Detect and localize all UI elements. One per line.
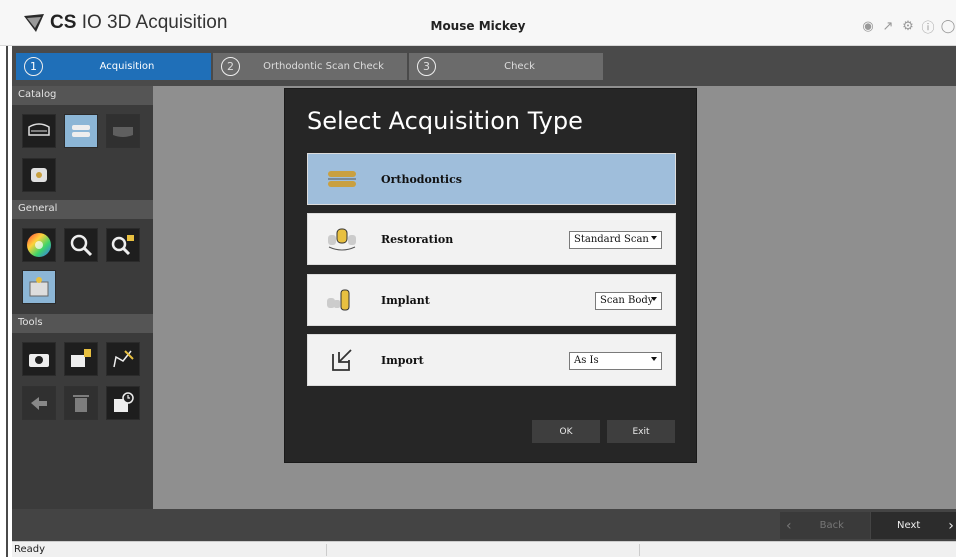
patient-name: Mouse Mickey: [430, 19, 526, 33]
status-text: Ready: [14, 544, 46, 555]
option-label: Import: [381, 354, 424, 367]
chevron-left-icon: ‹: [786, 517, 792, 534]
dialog-title: Select Acquisition Type: [307, 107, 583, 135]
upper-jaw-icon[interactable]: [22, 114, 56, 148]
delete-tooth-icon[interactable]: [64, 342, 98, 376]
step-label: Acquisition: [99, 61, 155, 72]
zoom-icon[interactable]: [64, 228, 98, 262]
restoration-icon: [322, 226, 362, 254]
trim-icon[interactable]: [106, 342, 140, 376]
marker-icon[interactable]: ◉: [860, 18, 876, 34]
option-label: Orthodontics: [381, 173, 462, 186]
status-bar: Ready: [12, 541, 956, 557]
info-icon[interactable]: ⓘ: [920, 18, 936, 36]
option-implant[interactable]: Implant Scan Body: [307, 274, 676, 326]
import-mode-select[interactable]: As Is: [569, 352, 662, 370]
export-icon[interactable]: ↗: [880, 18, 896, 34]
back-button[interactable]: ‹ Back: [780, 512, 870, 539]
close-icon[interactable]: ◯: [940, 18, 956, 34]
step-number: 3: [417, 57, 436, 76]
acquisition-type-dialog: Select Acquisition Type Orthodontics Res…: [284, 88, 697, 463]
bottom-nav-bar: ‹ Back Next ›: [12, 509, 956, 541]
orthodontics-icon: [322, 166, 362, 194]
option-restoration[interactable]: Restoration Standard Scan: [307, 213, 676, 265]
both-jaws-icon[interactable]: [64, 114, 98, 148]
undo-icon[interactable]: [22, 386, 56, 420]
step-label: Orthodontic Scan Check: [263, 61, 384, 72]
color-wheel-icon[interactable]: [22, 228, 56, 262]
bite-icon[interactable]: [22, 158, 56, 192]
chevron-right-icon: ›: [948, 517, 954, 534]
status-divider: [326, 544, 327, 556]
step-acquisition[interactable]: 1 Acquisition: [16, 53, 211, 80]
implant-icon: [322, 287, 362, 315]
camera-icon[interactable]: [22, 342, 56, 376]
option-label: Implant: [381, 294, 430, 307]
status-divider: [639, 544, 640, 556]
left-edge: [0, 0, 12, 557]
trash-icon[interactable]: [64, 386, 98, 420]
option-orthodontics[interactable]: Orthodontics: [307, 153, 676, 205]
ok-button[interactable]: OK: [532, 420, 600, 443]
catalog-header: Catalog: [12, 86, 153, 105]
settings-icon[interactable]: ⚙: [900, 18, 916, 34]
step-number: 2: [221, 57, 240, 76]
option-label: Restoration: [381, 233, 454, 246]
hd-icon[interactable]: [22, 270, 56, 304]
title-bar: CS IO 3D Acquisition Mouse Mickey ◉ ↗ ⚙ …: [0, 0, 956, 46]
tools-header: Tools: [12, 314, 153, 333]
step-check[interactable]: 3 Check: [409, 53, 603, 80]
zoom-lock-icon[interactable]: [106, 228, 140, 262]
wizard-steps: 1 Acquisition 2 Orthodontic Scan Check 3…: [12, 46, 956, 86]
step-number: 1: [24, 57, 43, 76]
step-label: Check: [504, 61, 535, 72]
lower-jaw-icon[interactable]: [106, 114, 140, 148]
restoration-scan-select[interactable]: Standard Scan: [569, 231, 662, 249]
left-tool-panel: Catalog General Tools: [12, 86, 153, 509]
exit-button[interactable]: Exit: [607, 420, 675, 443]
step-orthodontic-scan-check[interactable]: 2 Orthodontic Scan Check: [213, 53, 407, 80]
next-button[interactable]: Next ›: [871, 512, 956, 539]
import-icon: [322, 347, 362, 375]
general-header: General: [12, 200, 153, 219]
history-icon[interactable]: [106, 386, 140, 420]
option-import[interactable]: Import As Is: [307, 334, 676, 386]
implant-scan-select[interactable]: Scan Body: [595, 292, 662, 310]
